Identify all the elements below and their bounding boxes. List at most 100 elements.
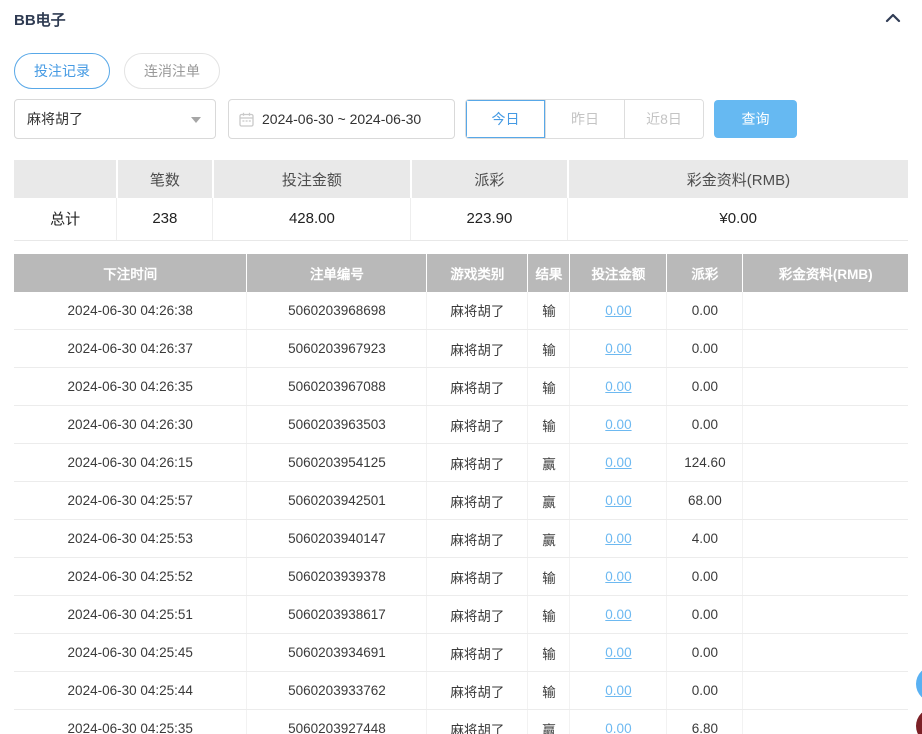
bet-amount-link[interactable]: 0.00 bbox=[605, 417, 631, 432]
bet-amount-cell: 0.00 bbox=[569, 291, 668, 330]
bonus-cell bbox=[742, 709, 908, 734]
payout-cell: 6.80 bbox=[666, 709, 744, 734]
bonus-cell bbox=[742, 291, 908, 330]
game-type-cell: 麻将胡了 bbox=[426, 405, 529, 444]
chevron-down-icon bbox=[191, 117, 201, 123]
bonus-cell bbox=[742, 367, 908, 406]
payout-cell: 0.00 bbox=[666, 633, 744, 672]
table-row: 2024-06-30 04:25:57 5060203942501 麻将胡了赢 0.0… bbox=[14, 481, 908, 520]
tab-cancelled-orders[interactable]: 连消注单 bbox=[124, 53, 220, 89]
date-range-input[interactable]: 2024-06-30 ~ 2024-06-30 bbox=[228, 99, 455, 139]
bet-amount-link[interactable]: 0.00 bbox=[605, 683, 631, 698]
bet-amount-cell: 0.00 bbox=[569, 671, 668, 710]
bet-time-cell: 2024-06-30 04:25:52 bbox=[14, 557, 248, 596]
summary-header-row: 笔数 投注金额 派彩 彩金资料(RMB) bbox=[14, 160, 908, 198]
game-type-cell: 麻将胡了 bbox=[426, 443, 529, 482]
bet-amount-cell: 0.00 bbox=[569, 443, 668, 482]
result-cell: 输 bbox=[527, 291, 571, 330]
table-row: 2024-06-30 04:25:52 5060203939378 麻将胡了输 0.0… bbox=[14, 557, 908, 596]
result-cell: 赢 bbox=[527, 481, 571, 520]
summary-header-bet: 投注金额 bbox=[212, 160, 412, 198]
bet-amount-link[interactable]: 0.00 bbox=[605, 531, 631, 546]
order-id-cell: 5060203954125 bbox=[246, 443, 428, 482]
game-type-cell: 麻将胡了 bbox=[426, 519, 529, 558]
payout-cell: 4.00 bbox=[666, 519, 744, 558]
floating-service-button[interactable] bbox=[916, 666, 922, 702]
tab-bet-records[interactable]: 投注记录 bbox=[14, 53, 110, 89]
payout-cell: 0.00 bbox=[666, 291, 744, 330]
order-id-cell: 5060203933762 bbox=[246, 671, 428, 710]
range-today-button[interactable]: 今日 bbox=[466, 100, 545, 138]
tab-label: 投注记录 bbox=[34, 63, 90, 79]
bonus-cell bbox=[742, 671, 908, 710]
order-id-cell: 5060203963503 bbox=[246, 405, 428, 444]
bonus-cell bbox=[742, 557, 908, 596]
bet-table: 下注时间 注单编号 游戏类别 结果 投注金额 派彩 彩金资料(RMB) 2024… bbox=[14, 253, 908, 734]
bet-amount-cell: 0.00 bbox=[569, 367, 668, 406]
bet-amount-link[interactable]: 0.00 bbox=[605, 379, 631, 394]
result-cell: 赢 bbox=[527, 709, 571, 734]
payout-cell: 124.60 bbox=[666, 443, 744, 482]
bet-record-panel: BB电子 投注记录 连消注单 麻将胡了 2024-06-30 ~ 2024-06… bbox=[0, 0, 922, 734]
quick-range-group: 今日 昨日 近8日 bbox=[465, 99, 704, 139]
summary-total-row: 总计 238 428.00 223.90 ¥0.00 bbox=[14, 198, 908, 241]
payout-cell: 0.00 bbox=[666, 595, 744, 634]
bonus-cell bbox=[742, 405, 908, 444]
bet-time-cell: 2024-06-30 04:26:15 bbox=[14, 443, 248, 482]
order-id-cell: 5060203967088 bbox=[246, 367, 428, 406]
summary-total-bet: 428.00 bbox=[212, 198, 412, 241]
table-row: 2024-06-30 04:25:53 5060203940147 麻将胡了赢 0.0… bbox=[14, 519, 908, 558]
result-cell: 输 bbox=[527, 329, 571, 368]
header-bet-time: 下注时间 bbox=[14, 253, 248, 292]
summary-header-blank bbox=[14, 160, 118, 198]
bet-amount-cell: 0.00 bbox=[569, 329, 668, 368]
range-last8days-button[interactable]: 近8日 bbox=[624, 100, 703, 138]
bet-amount-link[interactable]: 0.00 bbox=[605, 303, 631, 318]
order-id-cell: 5060203927448 bbox=[246, 709, 428, 734]
summary-header-count: 笔数 bbox=[116, 160, 214, 198]
table-row: 2024-06-30 04:25:45 5060203934691 麻将胡了输 0.0… bbox=[14, 633, 908, 672]
table-row: 2024-06-30 04:25:51 5060203938617 麻将胡了输 0.0… bbox=[14, 595, 908, 634]
table-row: 2024-06-30 04:26:38 5060203968698 麻将胡了输 0.0… bbox=[14, 291, 908, 330]
header-payout: 派彩 bbox=[666, 253, 744, 292]
bonus-cell bbox=[742, 481, 908, 520]
game-type-cell: 麻将胡了 bbox=[426, 595, 529, 634]
order-id-cell: 5060203940147 bbox=[246, 519, 428, 558]
bet-time-cell: 2024-06-30 04:25:35 bbox=[14, 709, 248, 734]
search-button[interactable]: 查询 bbox=[714, 100, 797, 138]
bet-amount-link[interactable]: 0.00 bbox=[605, 607, 631, 622]
bet-table-body: 2024-06-30 04:26:38 5060203968698 麻将胡了输 0.0… bbox=[14, 291, 908, 734]
bet-amount-link[interactable]: 0.00 bbox=[605, 569, 631, 584]
floating-promo-button[interactable] bbox=[916, 708, 922, 734]
range-yesterday-button[interactable]: 昨日 bbox=[545, 100, 624, 138]
order-id-cell: 5060203934691 bbox=[246, 633, 428, 672]
bet-amount-link[interactable]: 0.00 bbox=[605, 645, 631, 660]
payout-cell: 0.00 bbox=[666, 367, 744, 406]
bet-amount-link[interactable]: 0.00 bbox=[605, 493, 631, 508]
game-type-cell: 麻将胡了 bbox=[426, 709, 529, 734]
game-type-cell: 麻将胡了 bbox=[426, 671, 529, 710]
summary-total-payout: 223.90 bbox=[410, 198, 569, 241]
bet-time-cell: 2024-06-30 04:25:53 bbox=[14, 519, 248, 558]
bet-amount-link[interactable]: 0.00 bbox=[605, 721, 631, 734]
order-id-cell: 5060203968698 bbox=[246, 291, 428, 330]
game-select[interactable]: 麻将胡了 bbox=[14, 99, 216, 139]
order-id-cell: 5060203967923 bbox=[246, 329, 428, 368]
calendar-icon bbox=[239, 112, 254, 127]
summary-table: 笔数 投注金额 派彩 彩金资料(RMB) 总计 238 428.00 223.9… bbox=[14, 160, 908, 241]
bet-amount-link[interactable]: 0.00 bbox=[605, 341, 631, 356]
game-type-cell: 麻将胡了 bbox=[426, 481, 529, 520]
bet-time-cell: 2024-06-30 04:26:30 bbox=[14, 405, 248, 444]
order-id-cell: 5060203939378 bbox=[246, 557, 428, 596]
result-cell: 输 bbox=[527, 405, 571, 444]
collapse-button[interactable] bbox=[878, 8, 908, 30]
order-id-cell: 5060203938617 bbox=[246, 595, 428, 634]
bonus-cell bbox=[742, 329, 908, 368]
table-row: 2024-06-30 04:26:15 5060203954125 麻将胡了赢 0.0… bbox=[14, 443, 908, 482]
bet-time-cell: 2024-06-30 04:25:57 bbox=[14, 481, 248, 520]
result-cell: 输 bbox=[527, 595, 571, 634]
bet-amount-link[interactable]: 0.00 bbox=[605, 455, 631, 470]
result-cell: 输 bbox=[527, 633, 571, 672]
result-cell: 输 bbox=[527, 557, 571, 596]
summary-header-bonus: 彩金资料(RMB) bbox=[567, 160, 908, 198]
